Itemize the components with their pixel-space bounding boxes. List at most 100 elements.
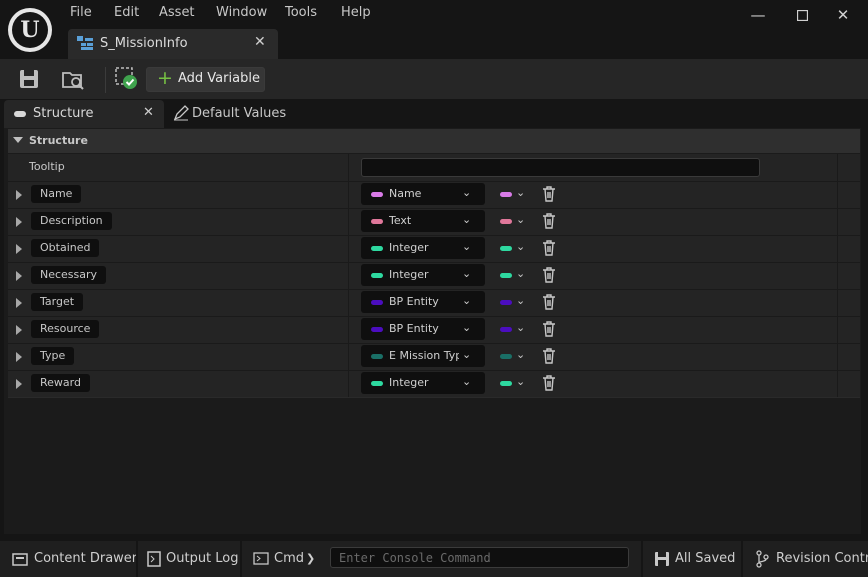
output-log-icon: [147, 551, 161, 567]
trash-icon[interactable]: [542, 294, 556, 310]
chevron-down-icon[interactable]: ⌄: [516, 267, 525, 280]
variable-type-dropdown[interactable]: E Mission Type⌄: [361, 345, 485, 367]
chevron-down-icon[interactable]: ⌄: [516, 213, 525, 226]
variable-row[interactable]: Reward Integer ⌄ ⌄: [8, 370, 860, 397]
trash-icon[interactable]: [542, 348, 556, 364]
variable-name-field[interactable]: Description: [31, 212, 112, 230]
variable-name-field[interactable]: Target: [31, 293, 84, 311]
revision-control-button[interactable]: Revision Control: [745, 541, 868, 577]
column-divider: [837, 236, 838, 262]
expand-arrow-icon[interactable]: [16, 244, 22, 254]
unreal-logo-icon[interactable]: U: [8, 8, 52, 52]
container-type-icon[interactable]: [500, 246, 512, 251]
trash-icon[interactable]: [542, 186, 556, 202]
maximize-icon[interactable]: [788, 4, 816, 26]
menu-file[interactable]: File: [70, 5, 92, 20]
container-type-icon[interactable]: [500, 192, 512, 197]
browse-icon[interactable]: [61, 67, 85, 91]
variable-row[interactable]: Target BP Entity ⌄ ⌄: [8, 289, 860, 316]
minimize-icon[interactable]: —: [744, 4, 772, 26]
variable-type-dropdown[interactable]: Integer ⌄: [361, 372, 485, 394]
variable-type-dropdown[interactable]: BP Entity ⌄: [361, 291, 485, 313]
menu-edit[interactable]: Edit: [114, 5, 139, 20]
trash-icon[interactable]: [542, 321, 556, 337]
variable-row[interactable]: Necessary Integer ⌄ ⌄: [8, 262, 860, 289]
tab-structure[interactable]: Structure ✕: [4, 100, 164, 128]
expand-arrow-icon[interactable]: [16, 298, 22, 308]
container-type-icon[interactable]: [500, 300, 512, 305]
section-title: Structure: [29, 134, 88, 147]
cmd-dropdown[interactable]: Cmd ❯: [246, 541, 324, 577]
menu-help[interactable]: Help: [341, 5, 371, 20]
tab-structure-label: Structure: [33, 106, 94, 121]
variable-row[interactable]: Type E Mission Type⌄ ⌄: [8, 343, 860, 370]
variable-row[interactable]: Resource BP Entity ⌄ ⌄: [8, 316, 860, 343]
expand-arrow-icon[interactable]: [16, 271, 22, 281]
expand-arrow-icon[interactable]: [16, 325, 22, 335]
variable-type-dropdown[interactable]: Text ⌄: [361, 210, 485, 232]
column-divider: [837, 290, 838, 316]
variable-name-field[interactable]: Name: [31, 185, 82, 203]
column-divider: [837, 209, 838, 235]
chevron-down-icon[interactable]: ⌄: [516, 186, 525, 199]
container-type-icon[interactable]: [500, 219, 512, 224]
column-divider: [348, 344, 349, 370]
variable-row[interactable]: Obtained Integer ⌄ ⌄: [8, 235, 860, 262]
menu-tools[interactable]: Tools: [285, 5, 317, 20]
console-command-input[interactable]: [331, 548, 628, 567]
variable-type-dropdown[interactable]: Integer ⌄: [361, 237, 485, 259]
console-command-field[interactable]: [330, 547, 629, 568]
container-type-icon[interactable]: [500, 381, 512, 386]
menu-asset[interactable]: Asset: [159, 5, 195, 20]
chevron-down-icon[interactable]: ⌄: [516, 348, 525, 361]
content-drawer-button[interactable]: Content Drawer: [0, 541, 137, 577]
chevron-down-icon[interactable]: ⌄: [516, 240, 525, 253]
toolbar-divider: [105, 67, 106, 93]
save-icon[interactable]: [17, 67, 41, 91]
expand-arrow-icon[interactable]: [16, 379, 22, 389]
tooltip-input[interactable]: [361, 158, 760, 177]
variable-name-field[interactable]: Reward: [31, 374, 90, 392]
type-pin-icon: [371, 246, 383, 251]
close-window-icon[interactable]: ✕: [829, 4, 857, 26]
revision-control-label: Revision Control: [776, 551, 868, 566]
edit-defaults-icon[interactable]: [173, 105, 189, 121]
variable-type-label: BP Entity: [389, 322, 439, 335]
add-variable-button[interactable]: + Add Variable: [146, 67, 265, 92]
container-type-icon[interactable]: [500, 354, 512, 359]
expand-arrow-icon[interactable]: [16, 190, 22, 200]
trash-icon[interactable]: [542, 267, 556, 283]
output-log-button[interactable]: Output Log: [140, 541, 239, 577]
container-type-icon[interactable]: [500, 273, 512, 278]
variable-name-field[interactable]: Obtained: [31, 239, 100, 257]
variable-type-dropdown[interactable]: BP Entity ⌄: [361, 318, 485, 340]
compile-status-icon[interactable]: [115, 67, 139, 91]
document-tab[interactable]: S_MissionInfo ✕: [68, 29, 278, 59]
column-divider: [837, 182, 838, 208]
chevron-down-icon: ⌄: [462, 240, 472, 253]
section-header-structure[interactable]: Structure: [8, 129, 860, 153]
expand-arrow-icon[interactable]: [16, 352, 22, 362]
trash-icon[interactable]: [542, 240, 556, 256]
close-tab-icon[interactable]: ✕: [143, 105, 154, 120]
expand-arrow-icon[interactable]: [16, 217, 22, 227]
structure-asset-icon: [77, 36, 93, 50]
variable-row[interactable]: Name Name ⌄ ⌄: [8, 181, 860, 208]
statusbar-divider: [136, 541, 138, 577]
container-type-icon[interactable]: [500, 327, 512, 332]
menu-window[interactable]: Window: [216, 5, 267, 20]
variable-name-field[interactable]: Type: [31, 347, 75, 365]
variable-type-dropdown[interactable]: Integer ⌄: [361, 264, 485, 286]
variable-row[interactable]: Description Text ⌄ ⌄: [8, 208, 860, 235]
variable-type-dropdown[interactable]: Name ⌄: [361, 183, 485, 205]
trash-icon[interactable]: [542, 375, 556, 391]
all-saved-button[interactable]: All Saved: [645, 541, 739, 577]
trash-icon[interactable]: [542, 213, 556, 229]
close-tab-icon[interactable]: ✕: [254, 34, 266, 50]
chevron-down-icon[interactable]: ⌄: [516, 375, 525, 388]
variable-name-field[interactable]: Resource: [31, 320, 100, 338]
chevron-down-icon[interactable]: ⌄: [516, 294, 525, 307]
chevron-down-icon[interactable]: ⌄: [516, 321, 525, 334]
variable-name-field[interactable]: Necessary: [31, 266, 107, 284]
column-divider: [348, 154, 349, 181]
